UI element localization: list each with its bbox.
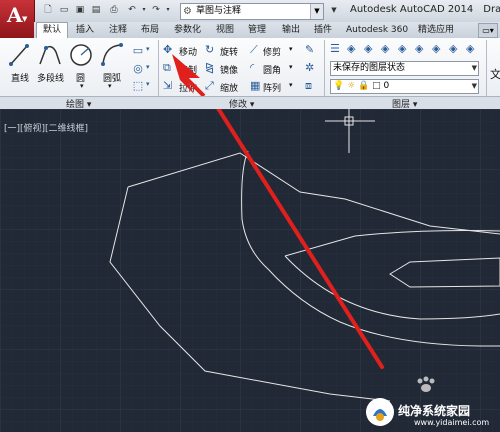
trim-dropdown-icon[interactable]: ▾ bbox=[289, 45, 293, 53]
hatch-icon[interactable]: ◎ bbox=[131, 62, 145, 75]
text-button[interactable]: 文 bbox=[490, 66, 500, 82]
chevron-down-icon[interactable]: ▾ bbox=[146, 80, 150, 88]
chevron-down-icon: ▼ bbox=[22, 15, 28, 23]
layer-state-dropdown[interactable]: 未保存的图层状态 ▼ bbox=[330, 61, 479, 76]
paw-icon bbox=[412, 376, 440, 394]
fillet-button[interactable]: 圆角 bbox=[263, 63, 281, 76]
tab-featured-apps[interactable]: 精选应用 bbox=[412, 23, 460, 38]
polyline-button[interactable]: 多段线 bbox=[37, 71, 64, 84]
chevron-down-icon: ▼ bbox=[471, 82, 477, 90]
fillet-dropdown-icon[interactable]: ▾ bbox=[289, 63, 293, 71]
tab-autodesk-360[interactable]: Autodesk 360 bbox=[340, 23, 414, 38]
arc-icon bbox=[101, 43, 123, 66]
boundary-icon[interactable]: ⬚ bbox=[131, 79, 145, 92]
current-layer-value: 0 bbox=[383, 81, 390, 91]
watermark-url: www.yidaimei.com bbox=[414, 418, 490, 427]
undo-icon[interactable]: ↶ bbox=[126, 4, 138, 16]
tab-output[interactable]: 输出 bbox=[276, 23, 306, 38]
workspace-selector[interactable]: ⚙ 草图与注释 ▼ bbox=[180, 3, 324, 20]
arc-button[interactable]: 圆弧 bbox=[103, 71, 121, 84]
application-menu-button[interactable]: A ▼ bbox=[0, 0, 35, 38]
print-icon[interactable]: ⎙ bbox=[108, 4, 120, 16]
layer-icon[interactable]: ◈ bbox=[381, 42, 389, 55]
file-name: Draw bbox=[483, 4, 500, 15]
scale-button[interactable]: 缩放 bbox=[220, 81, 238, 94]
line-icon bbox=[9, 44, 29, 66]
chevron-down-icon[interactable]: ▾ bbox=[146, 63, 150, 71]
layer-icon[interactable]: ◈ bbox=[364, 42, 372, 55]
array-dropdown-icon[interactable]: ▾ bbox=[289, 81, 293, 89]
workspace-label: 草图与注释 bbox=[196, 6, 242, 16]
arrow-head bbox=[172, 54, 206, 96]
tab-insert[interactable]: 插入 bbox=[70, 23, 100, 38]
layer-icon[interactable]: ◈ bbox=[449, 42, 457, 55]
trim-button[interactable]: 修剪 bbox=[263, 45, 281, 58]
arc-dropdown-icon[interactable]: ▾ bbox=[108, 82, 112, 90]
gear-icon: ⚙ bbox=[183, 6, 192, 17]
trim-icon: ⟋ bbox=[250, 43, 258, 56]
autocad-logo-icon: A bbox=[7, 3, 23, 27]
layer-state-value: 未保存的图层状态 bbox=[333, 63, 406, 73]
tab-parametric[interactable]: 参数化 bbox=[168, 23, 207, 38]
new-file-icon[interactable]: 🗋 bbox=[42, 4, 54, 16]
tab-manage[interactable]: 管理 bbox=[242, 23, 272, 38]
layer-icon[interactable]: ◈ bbox=[347, 42, 355, 55]
open-folder-icon[interactable]: ▭ bbox=[58, 4, 70, 16]
chevron-down-icon[interactable]: ▾ bbox=[146, 45, 150, 53]
save-as-icon[interactable]: ▤ bbox=[90, 4, 102, 16]
layer-icon[interactable]: ◈ bbox=[466, 42, 474, 55]
offset-icon[interactable]: ⧈ bbox=[305, 79, 312, 93]
tab-view[interactable]: 视图 bbox=[210, 23, 240, 38]
circle-dropdown-icon[interactable]: ▾ bbox=[80, 82, 84, 90]
layer-icon[interactable]: ◈ bbox=[398, 42, 406, 55]
ribbon-minimize-button[interactable]: ▭▾ bbox=[478, 23, 498, 38]
redo-dropdown-icon[interactable]: ▾ bbox=[162, 4, 174, 16]
save-icon[interactable]: ▣ bbox=[74, 4, 86, 16]
window-title: Autodesk AutoCAD 2014 Draw bbox=[350, 4, 500, 15]
chevron-down-icon: ▼ bbox=[471, 64, 477, 72]
lightbulb-icon: 💡 bbox=[333, 81, 345, 91]
current-layer-dropdown[interactable]: 💡 ☼ 🔒 □ 0 ▼ bbox=[330, 79, 479, 94]
quick-access-dropdown-icon[interactable]: ▼ bbox=[328, 4, 340, 16]
tab-layout[interactable]: 布局 bbox=[135, 23, 165, 38]
app-name: Autodesk AutoCAD 2014 bbox=[350, 4, 474, 15]
rotate-button[interactable]: 旋转 bbox=[220, 45, 238, 58]
mirror-button[interactable]: 镜像 bbox=[220, 63, 238, 76]
redo-icon[interactable]: ↷ bbox=[150, 4, 162, 16]
polyline-icon bbox=[39, 45, 61, 65]
viewport-controls[interactable]: [一][俯视][二维线框] bbox=[4, 121, 88, 134]
erase-icon[interactable]: ✎ bbox=[305, 43, 314, 56]
tab-annotate[interactable]: 注释 bbox=[103, 23, 133, 38]
rectangle-icon[interactable]: ▭ bbox=[131, 44, 145, 57]
layer-icon[interactable]: ◈ bbox=[432, 42, 440, 55]
lock-icon: 🔒 bbox=[358, 81, 370, 91]
color-swatch-icon: □ bbox=[372, 81, 381, 91]
line-button[interactable]: 直线 bbox=[11, 71, 29, 84]
layer-properties-icon[interactable]: ☰ bbox=[330, 42, 340, 55]
circle-icon bbox=[70, 44, 92, 66]
tab-plugins[interactable]: 插件 bbox=[308, 23, 338, 38]
explode-icon[interactable]: ✲ bbox=[305, 61, 314, 74]
chevron-down-icon: ▼ bbox=[310, 4, 323, 19]
watermark-text: 纯净系统家园 bbox=[398, 404, 471, 418]
array-button[interactable]: 阵列 bbox=[263, 81, 281, 94]
undo-dropdown-icon[interactable]: ▾ bbox=[138, 4, 150, 16]
layer-icon[interactable]: ◈ bbox=[415, 42, 423, 55]
array-icon: ▦ bbox=[250, 79, 261, 92]
sun-icon: ☼ bbox=[347, 81, 356, 91]
fillet-icon: ◜ bbox=[250, 61, 255, 74]
watermark-logo bbox=[366, 398, 394, 426]
